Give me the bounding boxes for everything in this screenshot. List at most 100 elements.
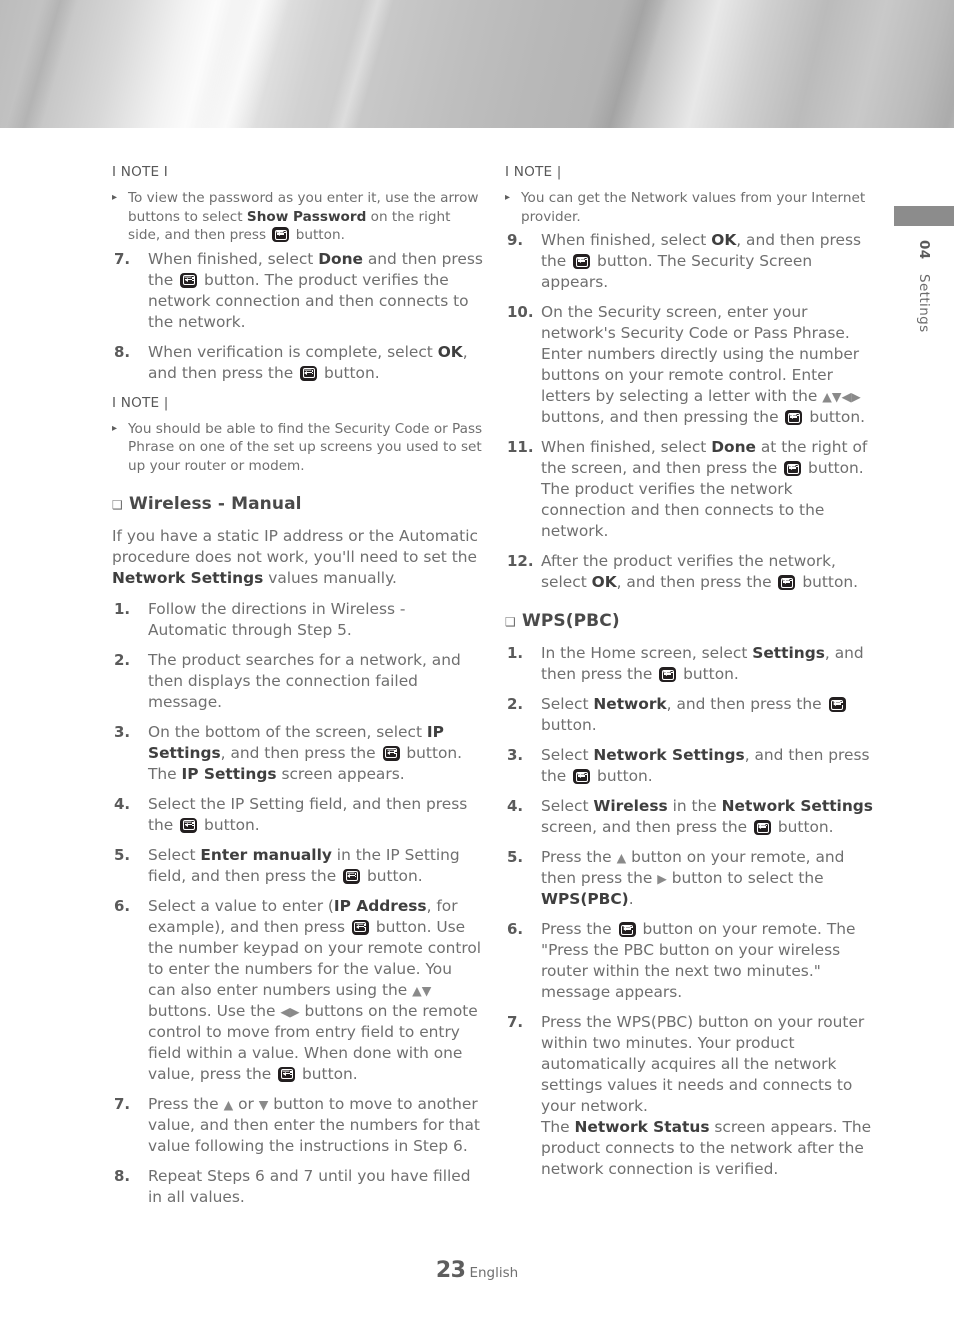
step-number: 7. (507, 1013, 524, 1032)
step-number: 1. (114, 599, 131, 618)
step-number: 5. (114, 845, 131, 864)
step-number: 10. (507, 303, 534, 322)
step-number: 6. (507, 920, 524, 939)
chapter-number: 04 (916, 240, 932, 260)
enter-button-icon (785, 410, 803, 426)
banner-streak (308, 0, 409, 128)
banner-streak (0, 0, 93, 128)
step-text: After the product verifies the network, … (541, 552, 859, 592)
numbered-step: 4. Select the IP Setting field, and then … (112, 794, 484, 836)
step-text: Repeat Steps 6 and 7 until you have fill… (148, 1166, 471, 1206)
step-number: 9. (507, 231, 524, 250)
note-items: ▸ To view the password as you enter it, u… (112, 189, 484, 245)
numbered-step: 1. Follow the directions in Wireless - Au… (112, 599, 484, 641)
chapter-tab-bar (894, 206, 954, 226)
emphasized-term: OK (437, 342, 463, 361)
step-number: 3. (114, 722, 131, 741)
section-marker-icon: ❑ (112, 497, 123, 512)
note-bullet-item: ▸ You should be able to find the Security… (112, 420, 484, 476)
section-marker-icon: ❑ (505, 615, 516, 630)
step-text: Select a value to enter (IP Address, for… (148, 896, 482, 1083)
direction-arrows-icon: ▶ (657, 871, 667, 887)
emphasized-term: Settings (752, 644, 825, 663)
chapter-tab-text: 04 Settings (916, 240, 932, 333)
emphasized-term: Show Password (246, 208, 367, 225)
note-title: I NOTE | (112, 394, 169, 411)
step-number: 7. (114, 1094, 131, 1113)
enter-button-icon (278, 1066, 296, 1082)
emphasized-term: Enter manually (200, 845, 332, 864)
step-text: Select Enter manually in the IP Setting … (148, 845, 460, 885)
numbered-step: 11. When finished, select Done at the rig… (505, 437, 877, 542)
enter-button-icon (300, 365, 318, 381)
direction-arrows-icon: ▲▼ (412, 982, 432, 998)
steps-list-a: 7. When finished, select Done and then pr… (112, 249, 484, 384)
section-heading-text: WPS(PBC) (522, 611, 620, 632)
step-text: Follow the directions in Wireless - Auto… (148, 599, 406, 639)
step-text: Select the IP Setting field, and then pr… (148, 794, 468, 834)
step-text: The product searches for a network, and … (148, 650, 461, 711)
step-number: 2. (114, 650, 131, 669)
numbered-step: 1. In the Home screen, select Settings, a… (505, 643, 877, 685)
numbered-step: 8. Repeat Steps 6 and 7 until you have fi… (112, 1166, 484, 1208)
step-number: 12. (507, 552, 534, 571)
step-number: 6. (114, 896, 131, 915)
steps-list-a: 9. When finished, select OK, and then pre… (505, 230, 877, 593)
emphasized-term: WPS(PBC) (541, 890, 629, 909)
step-number: 8. (114, 1166, 131, 1185)
enter-button-icon (618, 922, 636, 938)
enter-button-icon (754, 820, 772, 836)
footer-language: English (469, 1265, 519, 1281)
step-text: When finished, select Done and then pres… (148, 249, 483, 331)
enter-button-icon (573, 254, 591, 270)
banner-streak (568, 0, 683, 128)
note-text: To view the password as you enter it, us… (128, 190, 479, 244)
numbered-step: 5. Select Enter manually in the IP Settin… (112, 845, 484, 887)
direction-arrows-icon: ▲ (223, 1096, 234, 1112)
numbered-step: 2. Select Network, and then press the but… (505, 694, 877, 736)
emphasized-term: IP Settings (181, 764, 277, 783)
numbered-step: 8. When verification is complete, select … (112, 342, 484, 384)
emphasized-term: IP Address (333, 896, 427, 915)
emphasized-term: Done (318, 249, 363, 268)
enter-button-icon (573, 769, 591, 785)
step-number: 7. (114, 249, 131, 268)
enter-button-icon (382, 745, 400, 761)
enter-button-icon (351, 919, 369, 935)
bullet-arrow-icon: ▸ (112, 422, 118, 434)
note-bullet-item: ▸ You can get the Network values from you… (505, 189, 877, 226)
enter-button-icon (828, 697, 846, 713)
step-number: 11. (507, 438, 534, 457)
numbered-step: 6. Select a value to enter (IP Address, f… (112, 896, 484, 1085)
enter-button-icon (180, 272, 198, 288)
chapter-name: Settings (916, 274, 932, 333)
step-number: 4. (114, 794, 131, 813)
emphasized-term: Network Settings (112, 568, 264, 587)
banner-streak (178, 0, 304, 128)
enter-button-icon (180, 817, 198, 833)
emphasized-term: Done (711, 438, 756, 457)
note-block-2: I NOTE | ▸ You should be able to find the… (112, 393, 484, 476)
step-number: 4. (507, 797, 524, 816)
section-heading-wireless-manual: ❑ Wireless - Manual (112, 494, 484, 516)
numbered-step: 7. When finished, select Done and then pr… (112, 249, 484, 333)
step-text: Select Network, and then press the butto… (541, 694, 877, 736)
numbered-step: 5. Press the ▲ button on your remote, and… (505, 847, 877, 910)
step-text: On the Security screen, enter your netwo… (541, 303, 865, 427)
emphasized-term: Network Settings (593, 746, 745, 765)
enter-button-icon (784, 461, 802, 477)
emphasized-term: Network Settings (721, 797, 873, 816)
step-text: On the bottom of the screen, select IP S… (148, 722, 463, 783)
steps-list-b: 1. Follow the directions in Wireless - Au… (112, 599, 484, 1208)
steps-list-b: 1. In the Home screen, select Settings, a… (505, 643, 877, 1180)
numbered-step: 7. Press the WPS(PBC) button on your rout… (505, 1012, 877, 1180)
numbered-step: 12. After the product verifies the networ… (505, 551, 877, 593)
numbered-step: 7. Press the ▲ or ▼ button to move to ano… (112, 1094, 484, 1157)
direction-arrows-icon: ▲ (616, 850, 627, 866)
bullet-arrow-icon: ▸ (505, 192, 511, 203)
section-intro-paragraph: If you have a static IP address or the A… (112, 526, 478, 587)
decorative-header-banner (0, 0, 954, 128)
numbered-step: 10. On the Security screen, enter your ne… (505, 302, 877, 428)
emphasized-term: Network (593, 695, 667, 714)
numbered-step: 2. The product searches for a network, an… (112, 650, 484, 713)
